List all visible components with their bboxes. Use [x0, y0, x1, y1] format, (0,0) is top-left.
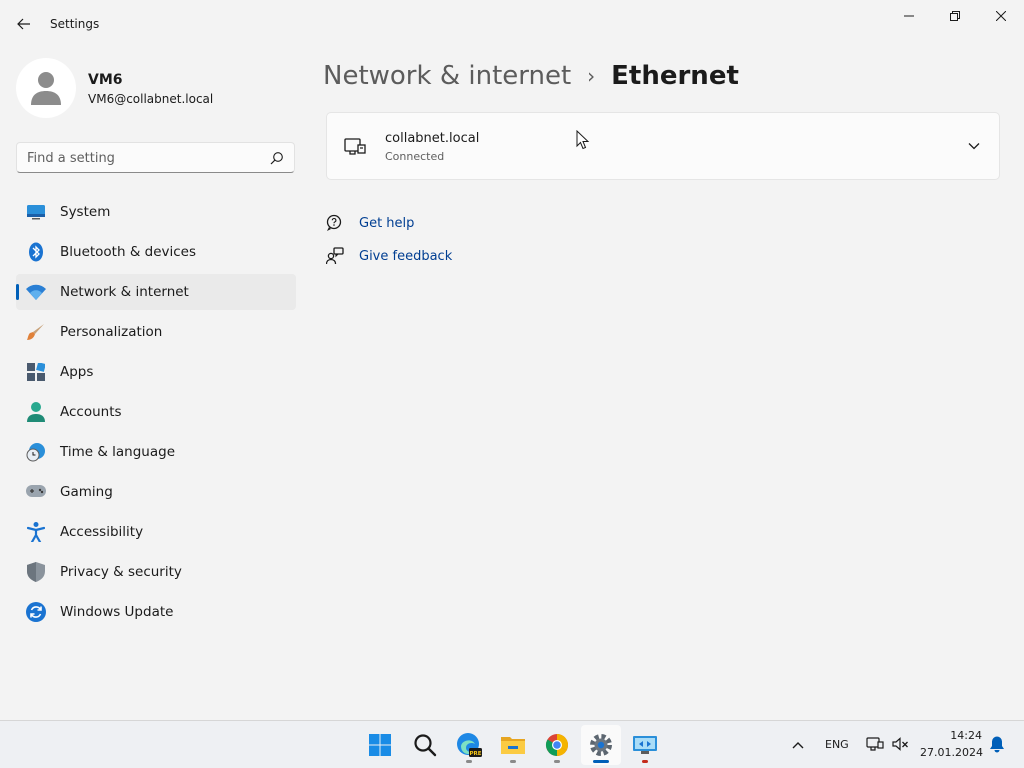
ethernet-connection-card[interactable]: collabnet.local Connected — [326, 112, 1000, 180]
sidebar-item-personalization[interactable]: Personalization — [16, 314, 296, 350]
apps-icon — [26, 362, 46, 382]
profile-email: VM6@collabnet.local — [88, 92, 214, 106]
svg-text:PRE: PRE — [469, 751, 481, 757]
search-input[interactable] — [27, 148, 267, 168]
update-icon — [26, 602, 46, 622]
settings-window: Settings VM6 VM6@collabnet.local System — [0, 0, 1024, 720]
person-placeholder-icon — [31, 72, 61, 105]
chevron-up-icon[interactable] — [790, 737, 806, 753]
taskbar-file-explorer[interactable] — [493, 725, 533, 765]
globe-clock-icon — [26, 442, 46, 462]
sidebar-item-label: Accessibility — [60, 524, 144, 540]
sidebar-item-accessibility[interactable]: Accessibility — [16, 514, 296, 550]
volume-muted-icon[interactable] — [891, 735, 909, 753]
breadcrumb: Network & internet › Ethernet — [323, 56, 739, 96]
network-status-icon[interactable] — [866, 735, 884, 753]
running-indicator — [466, 760, 472, 763]
wifi-icon — [26, 282, 46, 302]
file-explorer-icon — [501, 737, 525, 754]
minimize-icon — [904, 15, 914, 17]
active-indicator — [593, 760, 609, 763]
sidebar-item-label: Windows Update — [60, 604, 174, 620]
arrow-left-icon — [17, 18, 30, 30]
back-button[interactable] — [10, 10, 38, 38]
help-chat-icon — [325, 213, 345, 233]
sidebar-item-label: Time & language — [60, 444, 176, 460]
running-indicator — [554, 760, 560, 763]
restore-button[interactable] — [932, 0, 978, 32]
clock-date[interactable]: 27.01.2024 — [920, 746, 983, 759]
sidebar-item-time-language[interactable]: Time & language — [16, 434, 296, 470]
taskbar-remote-desktop[interactable] — [625, 725, 665, 765]
notification-bell-icon[interactable] — [988, 735, 1006, 753]
close-button[interactable] — [978, 0, 1024, 32]
network-name: collabnet.local — [385, 131, 480, 146]
minimize-button[interactable] — [886, 0, 932, 32]
close-icon — [996, 11, 1006, 21]
gamepad-icon — [26, 482, 46, 502]
running-indicator — [510, 760, 516, 763]
edge-preview-icon: PRE — [457, 733, 482, 757]
chrome-icon — [546, 734, 568, 756]
get-help-link[interactable]: Get help — [325, 212, 414, 234]
settings-icon — [590, 734, 612, 756]
breadcrumb-parent[interactable]: Network & internet — [323, 61, 571, 91]
start-button[interactable] — [360, 725, 400, 765]
connection-status: Connected — [385, 150, 445, 163]
monitor-icon — [26, 202, 46, 222]
search-box — [16, 142, 295, 173]
remote-desktop-icon — [633, 736, 657, 754]
clock-time[interactable]: 14:24 — [920, 729, 982, 742]
search-icon[interactable] — [270, 151, 284, 165]
sidebar-item-apps[interactable]: Apps — [16, 354, 296, 390]
user-profile[interactable]: VM6 VM6@collabnet.local — [16, 58, 296, 118]
sidebar-item-label: Bluetooth & devices — [60, 244, 197, 260]
sidebar-item-label: System — [60, 204, 111, 220]
give-feedback-link[interactable]: Give feedback — [325, 245, 452, 267]
sidebar-item-privacy[interactable]: Privacy & security — [16, 554, 296, 590]
sidebar-item-label: Gaming — [60, 484, 113, 500]
title-bar: Settings — [0, 0, 1024, 48]
running-indicator — [642, 760, 648, 763]
person-icon — [26, 402, 46, 422]
taskbar-search-button[interactable] — [405, 725, 445, 765]
sidebar-item-bluetooth[interactable]: Bluetooth & devices — [16, 234, 296, 270]
page-title: Ethernet — [611, 61, 739, 91]
bluetooth-icon — [26, 242, 46, 262]
search-icon — [414, 734, 437, 757]
sidebar-nav: System Bluetooth & devices Network & int… — [16, 194, 296, 634]
breadcrumb-separator: › — [587, 64, 596, 88]
sidebar-item-gaming[interactable]: Gaming — [16, 474, 296, 510]
get-help-label: Get help — [359, 215, 415, 231]
taskbar-edge-preview[interactable]: PRE — [449, 725, 489, 765]
brush-icon — [26, 322, 46, 342]
give-feedback-label: Give feedback — [359, 248, 453, 264]
shield-icon — [26, 562, 46, 582]
mouse-cursor-icon — [576, 130, 590, 150]
language-indicator[interactable]: ENG — [825, 738, 849, 751]
taskbar-settings[interactable] — [581, 725, 621, 765]
sidebar-item-label: Apps — [60, 364, 94, 380]
accessibility-icon — [26, 522, 46, 542]
app-title: Settings — [50, 17, 100, 31]
windows-start-icon — [369, 734, 391, 756]
taskbar-chrome[interactable] — [537, 725, 577, 765]
sidebar-item-network[interactable]: Network & internet — [16, 274, 296, 310]
sidebar-item-label: Privacy & security — [60, 564, 182, 580]
sidebar-item-windows-update[interactable]: Windows Update — [16, 594, 296, 630]
sidebar-item-label: Accounts — [60, 404, 122, 420]
profile-name: VM6 — [88, 72, 123, 88]
avatar — [16, 58, 76, 118]
ethernet-icon — [344, 138, 366, 155]
feedback-icon — [325, 246, 345, 266]
sidebar-item-system[interactable]: System — [16, 194, 296, 230]
chevron-down-icon[interactable] — [967, 139, 981, 153]
sidebar-item-label: Network & internet — [60, 284, 189, 300]
restore-icon — [950, 11, 960, 21]
taskbar: PRE ENG 14:24 27.01.2024 — [0, 720, 1024, 768]
sidebar-item-accounts[interactable]: Accounts — [16, 394, 296, 430]
sidebar-item-label: Personalization — [60, 324, 163, 340]
